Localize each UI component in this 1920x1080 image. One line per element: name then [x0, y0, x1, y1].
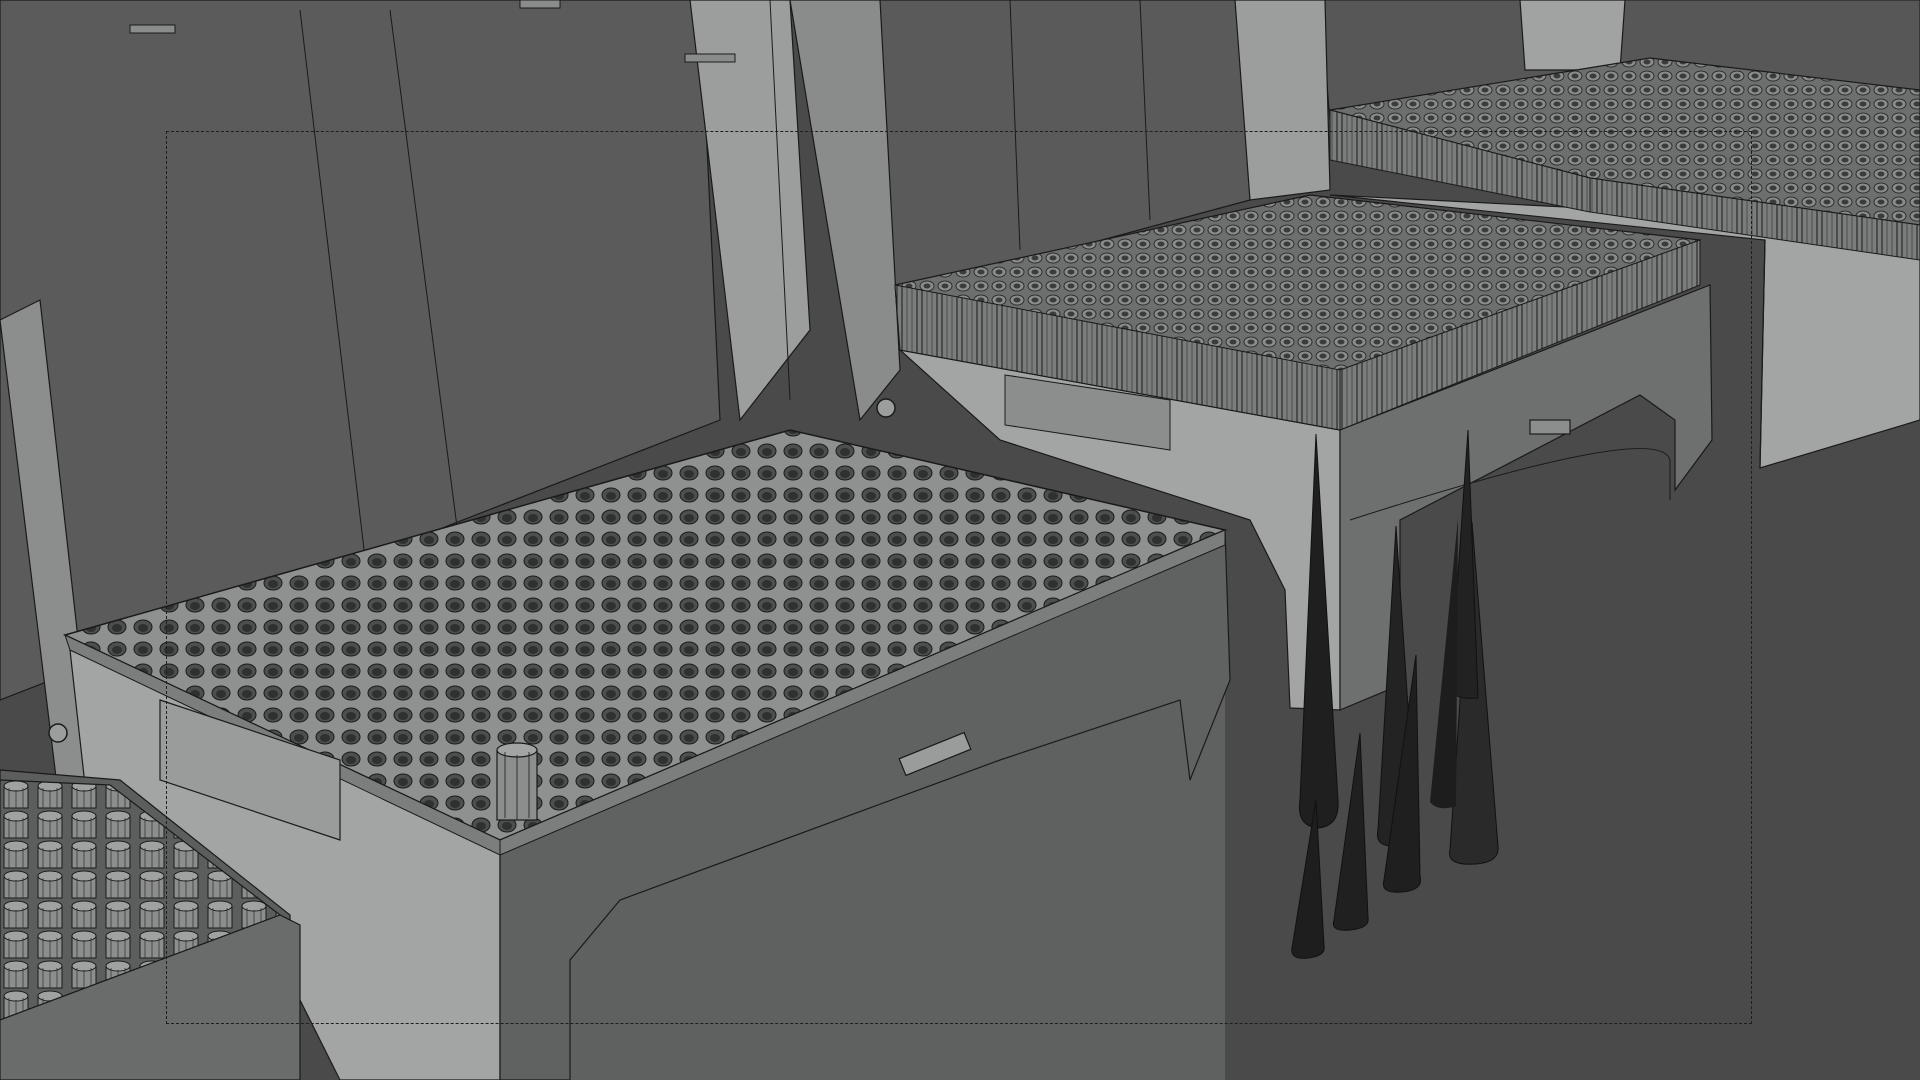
- 3d-viewport[interactable]: [0, 0, 1920, 1080]
- scene-render: [0, 0, 1920, 1080]
